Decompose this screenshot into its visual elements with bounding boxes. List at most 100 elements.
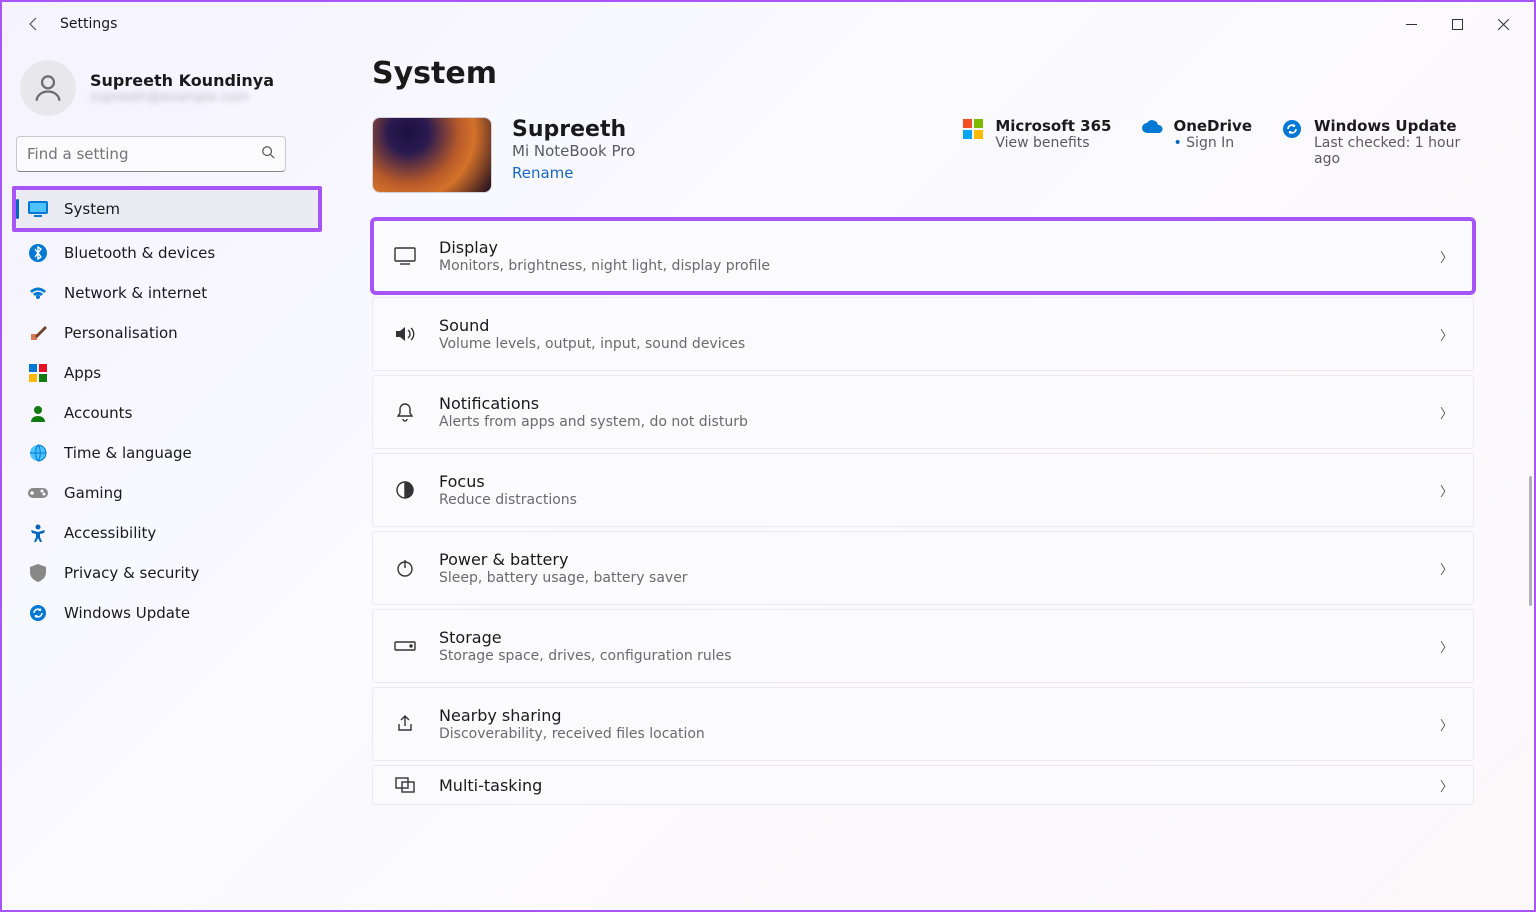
m365-sub: View benefits: [995, 135, 1111, 151]
nav-system[interactable]: System: [16, 190, 318, 228]
display-icon: [393, 244, 417, 268]
card-multitasking[interactable]: Multi-tasking 〉: [372, 765, 1474, 805]
multitasking-icon: [393, 773, 417, 797]
card-title: Display: [439, 238, 1418, 257]
avatar: [20, 60, 76, 116]
nav-time[interactable]: Time & language: [16, 434, 318, 472]
user-name: Supreeth Koundinya: [90, 71, 274, 90]
card-sub: Storage space, drives, configuration rul…: [439, 648, 1418, 664]
nav-label: Accounts: [64, 404, 132, 422]
brush-icon: [28, 323, 48, 343]
card-sub: Monitors, brightness, night light, displ…: [439, 258, 1418, 274]
user-profile[interactable]: Supreeth Koundinya supreeth@example.com: [16, 54, 318, 130]
rename-link[interactable]: Rename: [512, 164, 574, 182]
card-title: Multi-tasking: [439, 776, 1418, 795]
device-wallpaper-thumb: [372, 117, 492, 193]
update-sub: Last checked: 1 hour ago: [1314, 135, 1474, 167]
chevron-right-icon: 〉: [1440, 715, 1453, 734]
system-header: Supreeth Mi NoteBook Pro Rename Microsof…: [372, 117, 1474, 193]
device-name: Supreeth: [512, 117, 635, 142]
card-sub: Discoverability, received files location: [439, 726, 1418, 742]
card-focus[interactable]: Focus Reduce distractions 〉: [372, 453, 1474, 527]
nav-bluetooth[interactable]: Bluetooth & devices: [16, 234, 318, 272]
card-title: Power & battery: [439, 550, 1418, 569]
nav-network[interactable]: Network & internet: [16, 274, 318, 312]
search-box[interactable]: [16, 136, 286, 172]
nav-update[interactable]: Windows Update: [16, 594, 318, 632]
clock-globe-icon: [28, 443, 48, 463]
card-sound[interactable]: Sound Volume levels, output, input, soun…: [372, 297, 1474, 371]
onedrive-sub: • Sign In: [1173, 135, 1252, 151]
chevron-right-icon: 〉: [1440, 637, 1453, 656]
nav-accounts[interactable]: Accounts: [16, 394, 318, 432]
apps-icon: [28, 363, 48, 383]
card-sub: Volume levels, output, input, sound devi…: [439, 336, 1418, 352]
nav-label: Network & internet: [64, 284, 207, 302]
sidebar: Supreeth Koundinya supreeth@example.com …: [2, 46, 332, 910]
close-button[interactable]: [1480, 8, 1526, 40]
card-sub: Alerts from apps and system, do not dist…: [439, 414, 1418, 430]
nav-list: System Bluetooth & devices Network & int…: [16, 186, 318, 632]
chevron-right-icon: 〉: [1440, 776, 1453, 795]
card-storage[interactable]: Storage Storage space, drives, configura…: [372, 609, 1474, 683]
nav-label: Apps: [64, 364, 101, 382]
accounts-icon: [28, 403, 48, 423]
storage-icon: [393, 634, 417, 658]
nav-privacy[interactable]: Privacy & security: [16, 554, 318, 592]
shield-icon: [28, 563, 48, 583]
search-icon: [261, 145, 275, 163]
nav-label: Personalisation: [64, 324, 178, 342]
nav-label: Bluetooth & devices: [64, 244, 215, 262]
wifi-icon: [28, 283, 48, 303]
card-sub: Sleep, battery usage, battery saver: [439, 570, 1418, 586]
gaming-icon: [28, 483, 48, 503]
nav-label: Accessibility: [64, 524, 156, 542]
app-title: Settings: [60, 16, 117, 32]
card-power[interactable]: Power & battery Sleep, battery usage, ba…: [372, 531, 1474, 605]
user-email: supreeth@example.com: [90, 90, 274, 105]
share-icon: [393, 712, 417, 736]
titlebar: Settings: [2, 2, 1534, 46]
nav-label: Privacy & security: [64, 564, 199, 582]
content-area: System Supreeth Mi NoteBook Pro Rename M…: [332, 46, 1534, 910]
chevron-right-icon: 〉: [1440, 247, 1453, 266]
microsoft-icon: [963, 119, 985, 141]
card-display[interactable]: Display Monitors, brightness, night ligh…: [372, 219, 1474, 293]
settings-cards: Display Monitors, brightness, night ligh…: [372, 219, 1474, 805]
nav-accessibility[interactable]: Accessibility: [16, 514, 318, 552]
header-link-m365[interactable]: Microsoft 365 View benefits: [963, 117, 1111, 167]
onedrive-title: OneDrive: [1173, 117, 1252, 135]
card-notifications[interactable]: Notifications Alerts from apps and syste…: [372, 375, 1474, 449]
chevron-right-icon: 〉: [1440, 559, 1453, 578]
card-title: Focus: [439, 472, 1418, 491]
nav-apps[interactable]: Apps: [16, 354, 318, 392]
nav-label: Time & language: [64, 444, 192, 462]
scrollbar-thumb[interactable]: [1529, 476, 1532, 606]
card-nearby[interactable]: Nearby sharing Discoverability, received…: [372, 687, 1474, 761]
header-link-onedrive[interactable]: OneDrive • Sign In: [1141, 117, 1252, 167]
windows-update-icon: [1282, 119, 1304, 141]
back-button[interactable]: [18, 8, 50, 40]
m365-title: Microsoft 365: [995, 117, 1111, 135]
card-sub: Reduce distractions: [439, 492, 1418, 508]
minimize-button[interactable]: [1388, 8, 1434, 40]
chevron-right-icon: 〉: [1440, 325, 1453, 344]
card-title: Storage: [439, 628, 1418, 647]
window-controls: [1388, 8, 1526, 40]
card-title: Nearby sharing: [439, 706, 1418, 725]
nav-personalisation[interactable]: Personalisation: [16, 314, 318, 352]
onedrive-icon: [1141, 119, 1163, 141]
search-input[interactable]: [27, 145, 261, 163]
nav-label: System: [64, 200, 120, 218]
nav-gaming[interactable]: Gaming: [16, 474, 318, 512]
header-link-update[interactable]: Windows Update Last checked: 1 hour ago: [1282, 117, 1474, 167]
chevron-right-icon: 〉: [1440, 403, 1453, 422]
card-title: Sound: [439, 316, 1418, 335]
nav-label: Windows Update: [64, 604, 190, 622]
person-icon: [31, 71, 65, 105]
maximize-button[interactable]: [1434, 8, 1480, 40]
highlight-system: System: [12, 186, 322, 232]
device-model: Mi NoteBook Pro: [512, 142, 635, 160]
power-icon: [393, 556, 417, 580]
nav-label: Gaming: [64, 484, 123, 502]
